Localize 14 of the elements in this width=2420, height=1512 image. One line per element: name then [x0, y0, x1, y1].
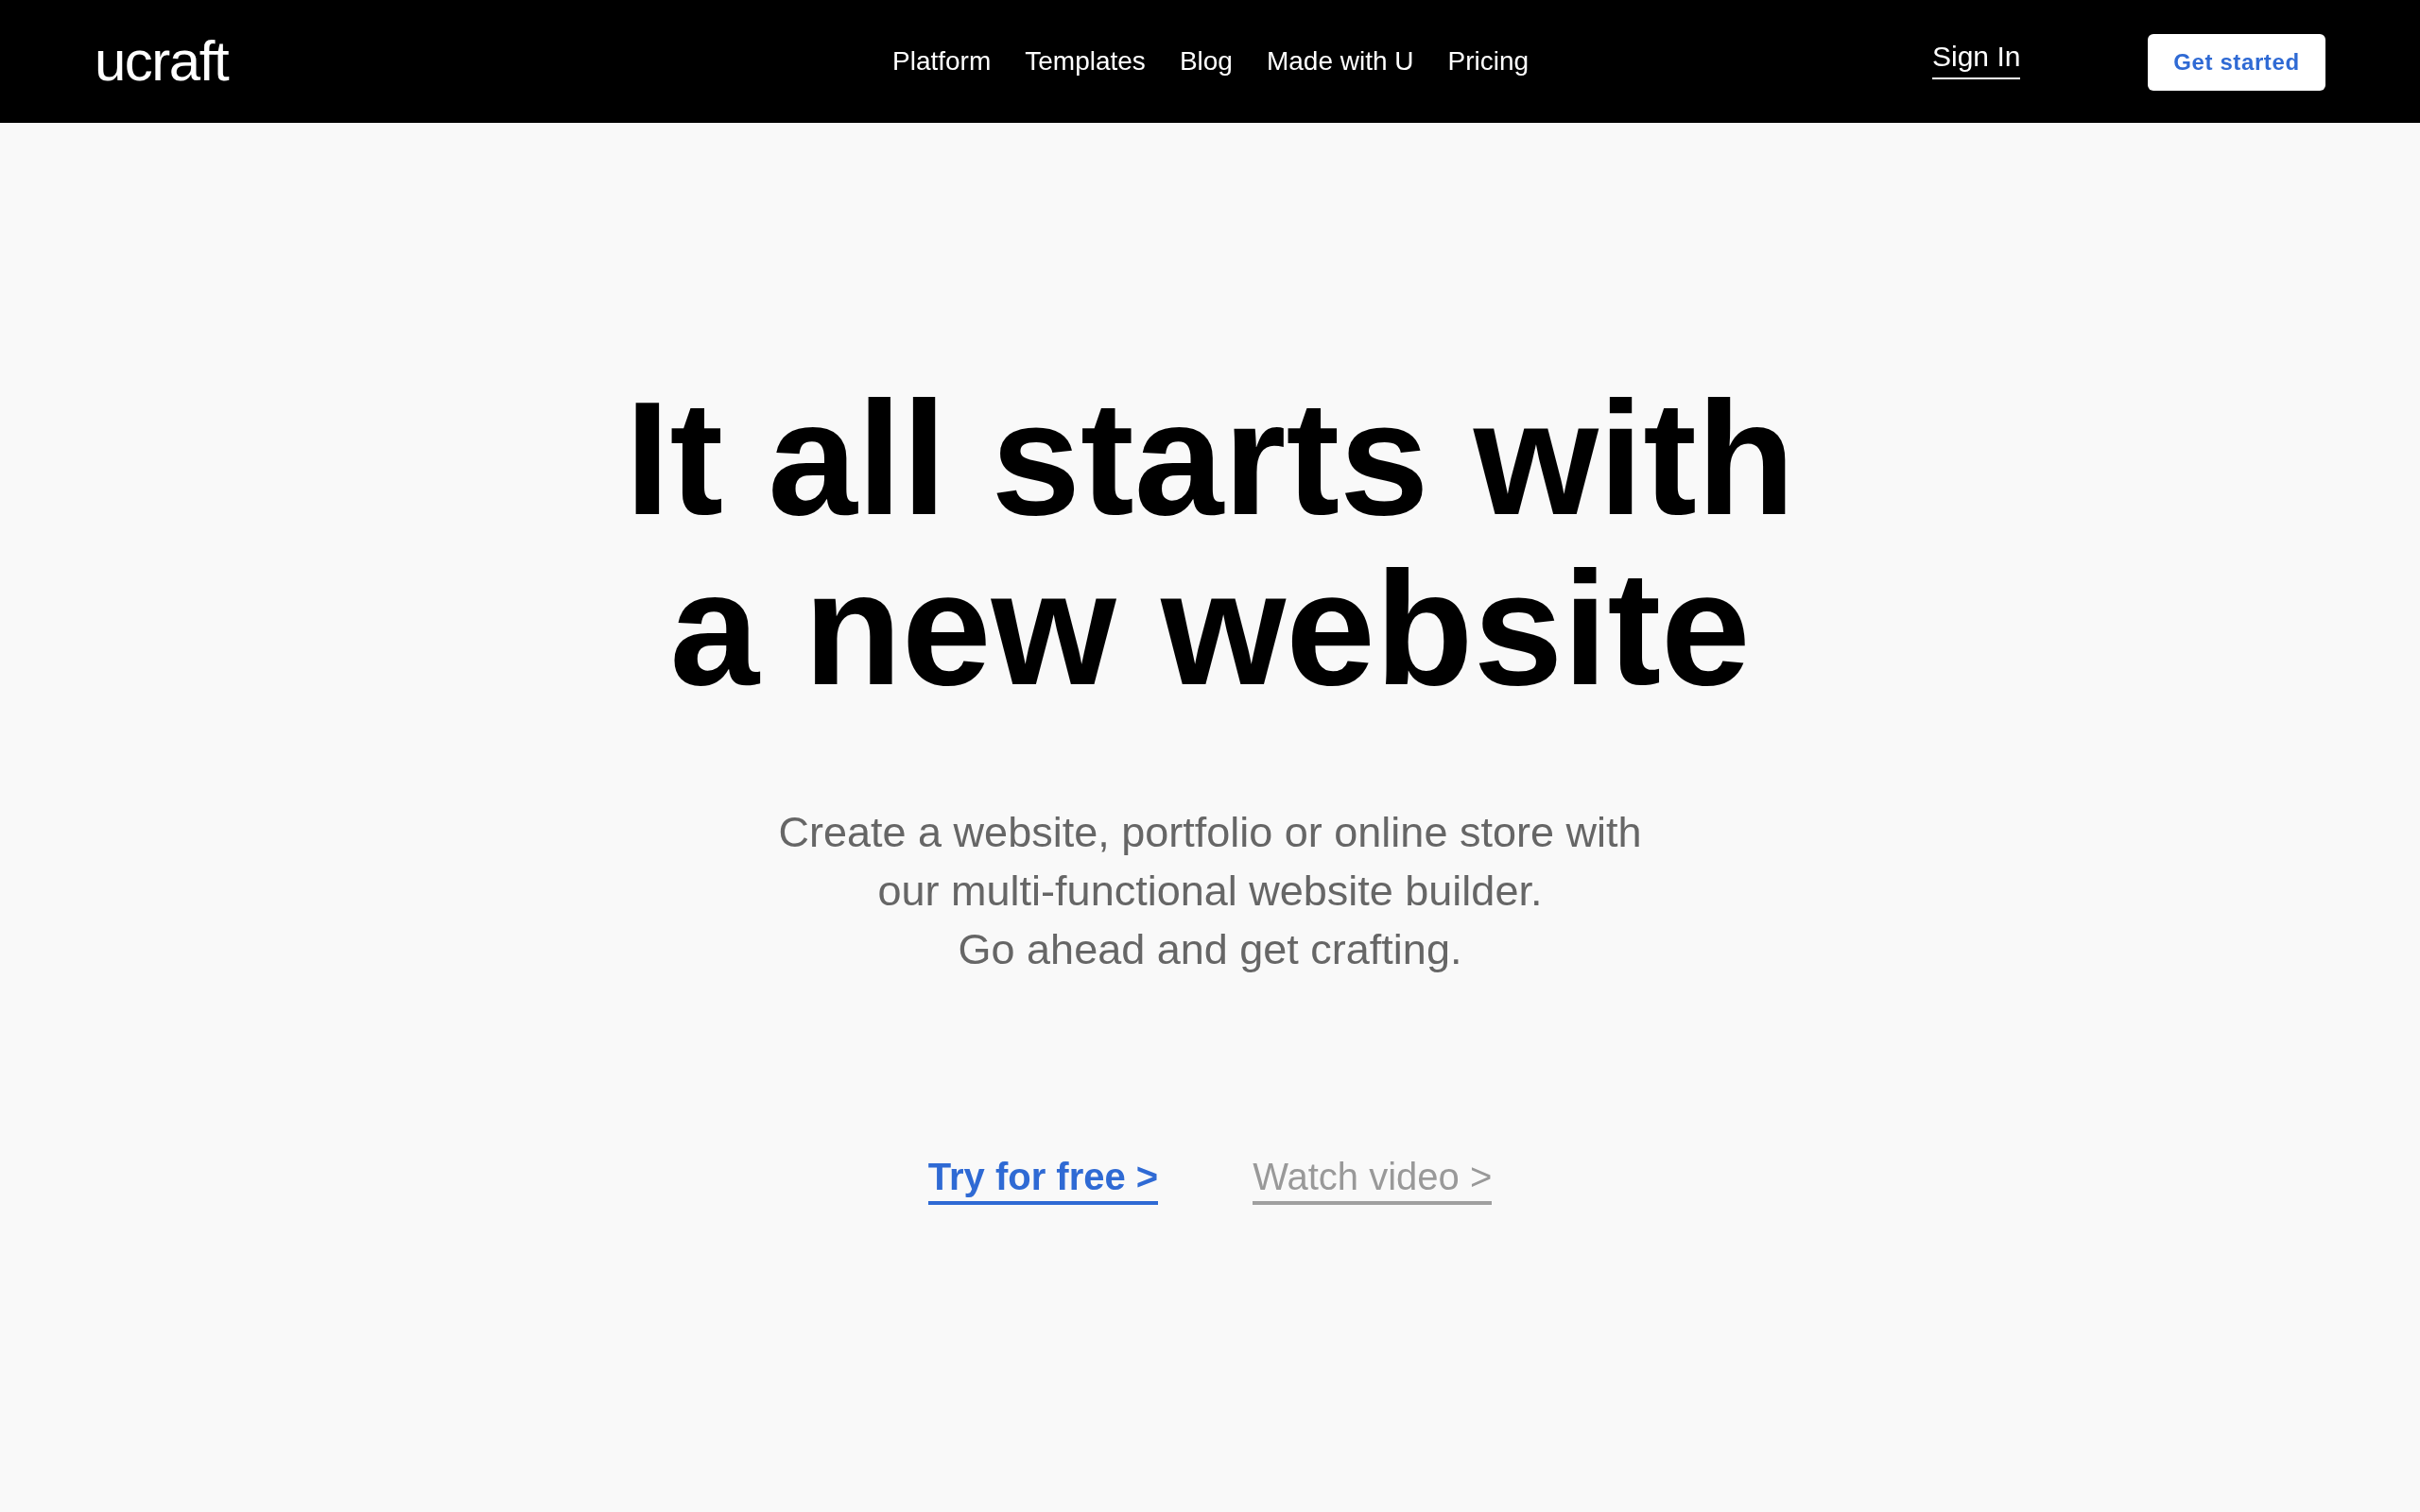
- nav-link[interactable]: Platform: [892, 45, 992, 77]
- hero-heading: a new website: [668, 543, 1752, 713]
- hero-subtitle: Create a website, portfolio or online store with: [778, 807, 1642, 858]
- hero-subtitle: our multi-functional website builder.: [877, 866, 1543, 917]
- hero-subtitle: Go ahead and get crafting.: [958, 924, 1462, 975]
- sign-in-link[interactable]: Sign In: [1932, 40, 2021, 79]
- nav-link[interactable]: Pricing: [1447, 45, 1530, 77]
- nav-link[interactable]: Templates: [1025, 45, 1146, 77]
- nav-link[interactable]: Made with U: [1266, 45, 1414, 77]
- get-started-button[interactable]: Get started: [2148, 34, 2325, 91]
- hero-heading: It all starts with: [624, 373, 1796, 543]
- logo[interactable]: ucraft: [95, 33, 229, 90]
- try-for-free-link[interactable]: Try for free >: [927, 1154, 1159, 1205]
- nav-link[interactable]: Blog: [1179, 45, 1233, 77]
